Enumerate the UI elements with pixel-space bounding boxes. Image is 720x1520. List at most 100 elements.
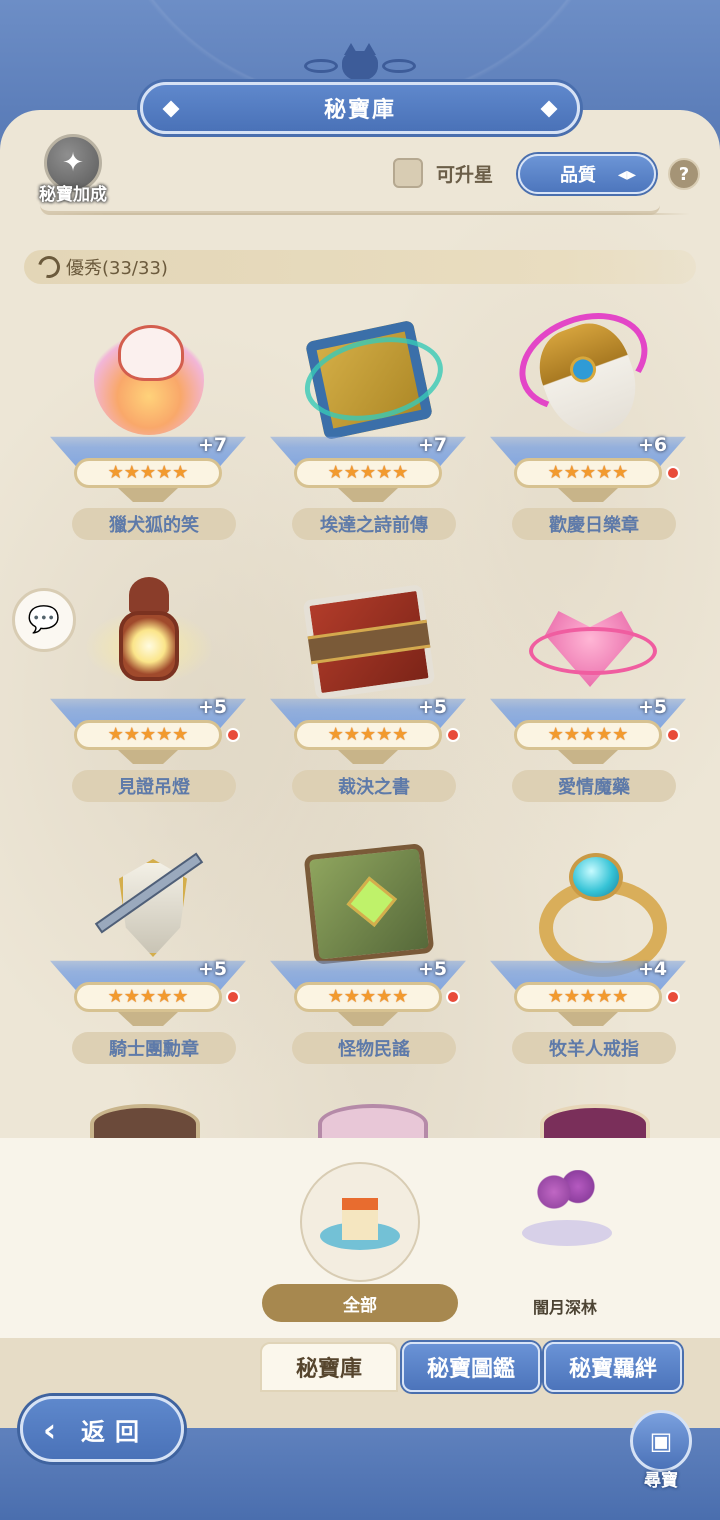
title-crest (300, 43, 420, 84)
tab-label: 秘寶庫 (295, 1357, 362, 1382)
sort-toggle-icon: ◂▸ (617, 164, 636, 185)
book-art (302, 572, 436, 712)
tab-treasure-vault[interactable]: 秘寶庫 (260, 1342, 398, 1392)
stars-bar: ★★★★★ (74, 720, 222, 750)
stars-bar: ★★★★★ (74, 982, 222, 1012)
tab-label: 秘寶羈絆 (568, 1357, 657, 1382)
forest-icon (522, 1170, 612, 1250)
treasure-card[interactable]: ★★★★★ +5 騎士團勳章 (48, 834, 248, 1064)
notification-dot (666, 728, 680, 742)
notification-dot (226, 728, 240, 742)
stars-bar: ★★★★★ (514, 458, 662, 488)
cat-crest-icon (341, 43, 379, 81)
filter-all[interactable]: 全部 (262, 1148, 458, 1328)
item-name: 歡慶日樂章 (512, 508, 676, 540)
item-level: +7 (198, 434, 228, 456)
upgradable-checkbox[interactable] (393, 158, 423, 188)
star-rating: ★★★★★ (547, 724, 629, 745)
notification-dot (226, 990, 240, 1004)
pedestal-base (118, 488, 178, 502)
item-level: +5 (638, 696, 668, 718)
item-level: +5 (418, 696, 448, 718)
item-level: +5 (418, 958, 448, 980)
item-name: 埃達之詩前傳 (292, 508, 456, 540)
star-rating: ★★★★★ (107, 462, 189, 483)
treasure-card[interactable]: ★★★★★ +5 怪物民謠 (268, 834, 468, 1064)
pedestal-base (338, 488, 398, 502)
tab-treasure-codex[interactable]: 秘寶圖鑑 (402, 1342, 540, 1392)
filter-all-label: 全部 (343, 1295, 377, 1316)
treasure-card[interactable]: ★★★★★ +5 愛情魔藥 (488, 572, 688, 802)
pedestal-base (338, 1012, 398, 1026)
ring-art (524, 834, 667, 977)
filter-dark-moon-forest[interactable]: 闇月深林 (500, 1160, 630, 1320)
help-button[interactable]: ? (668, 158, 700, 190)
diamond-right-icon (540, 100, 558, 118)
treasure-hunt-button[interactable]: ▣ 尋寶 (626, 1410, 696, 1500)
diamond-left-icon (162, 100, 180, 118)
star-rating: ★★★★★ (107, 986, 189, 1007)
star-rating: ★★★★★ (547, 462, 629, 483)
header-divider (40, 213, 690, 215)
all-region-badge (300, 1162, 420, 1282)
pedestal-base (338, 750, 398, 764)
pedestal-base (558, 1012, 618, 1026)
treasure-card[interactable]: ★★★★★ +6 歡慶日樂章 (488, 310, 688, 540)
treasure-card[interactable]: ★★★★★ +5 裁決之書 (268, 572, 468, 802)
item-level: +6 (638, 434, 668, 456)
star-rating: ★★★★★ (327, 462, 409, 483)
tab-treasure-bond[interactable]: 秘寶羈絆 (544, 1342, 682, 1392)
stars-bar: ★★★★★ (74, 458, 222, 488)
item-name: 獵犬狐的笑 (72, 508, 236, 540)
quality-sort-button[interactable]: 品質 ◂▸ (518, 154, 656, 194)
treasure-hunt-label: 尋寶 (644, 1471, 678, 1491)
upgradable-label: 可升星 (436, 164, 494, 186)
page-title: 秘寶庫 (323, 98, 396, 123)
notification-dot (666, 466, 680, 480)
section-title: 優秀(33/33) (66, 258, 168, 279)
crest-swirl-right (382, 59, 416, 73)
book-art (303, 834, 435, 974)
tab-label: 秘寶圖鑑 (426, 1357, 515, 1382)
treasure-card[interactable]: ★★★★★ +7 埃達之詩前傳 (268, 310, 468, 540)
title-banner: 秘寶庫 (140, 82, 580, 134)
back-arrow-icon: ‹ (43, 1411, 57, 1449)
shield-art (84, 834, 214, 974)
notification-dot (666, 990, 680, 1004)
help-icon: ? (678, 163, 690, 185)
crest-swirl-left (304, 59, 338, 73)
filter-all-pill: 全部 (262, 1284, 458, 1322)
star-rating: ★★★★★ (327, 724, 409, 745)
potion-art (524, 572, 657, 712)
back-button[interactable]: ‹ 返回 (20, 1396, 184, 1462)
stars-bar: ★★★★★ (294, 982, 442, 1012)
star-rating: ★★★★★ (547, 986, 629, 1007)
treasure-card[interactable]: ★★★★★ +4 牧羊人戒指 (488, 834, 688, 1064)
item-level: +5 (198, 696, 228, 718)
item-name: 怪物民謠 (292, 1032, 456, 1064)
star-rating: ★★★★★ (107, 724, 189, 745)
item-level: +4 (638, 958, 668, 980)
star-rating: ★★★★★ (327, 986, 409, 1007)
treasure-card[interactable]: ★★★★★ +7 獵犬狐的笑 (48, 310, 248, 540)
pedestal-base (118, 1012, 178, 1026)
book-art (304, 310, 434, 450)
pedestal-base (118, 750, 178, 764)
fox-art (84, 310, 214, 450)
island-house-icon (320, 1192, 400, 1252)
back-label: 返回 (81, 1417, 149, 1446)
item-name: 牧羊人戒指 (512, 1032, 676, 1064)
lantern-art (79, 572, 219, 712)
item-name: 騎士團勳章 (72, 1032, 236, 1064)
stars-bar: ★★★★★ (514, 720, 662, 750)
treasure-card[interactable]: ★★★★★ +5 見證吊燈 (48, 572, 248, 802)
treasure-bonus-button[interactable]: ✦ 秘寶加成 (28, 134, 118, 210)
quality-sort-label: 品質 (560, 165, 596, 186)
item-level: +7 (418, 434, 448, 456)
pedestal-base (558, 488, 618, 502)
section-header: 優秀(33/33) (24, 250, 696, 284)
filter-forest-label: 闇月深林 (532, 1298, 597, 1317)
bonus-label: 秘寶加成 (39, 185, 107, 205)
item-level: +5 (198, 958, 228, 980)
stars-bar: ★★★★★ (294, 458, 442, 488)
